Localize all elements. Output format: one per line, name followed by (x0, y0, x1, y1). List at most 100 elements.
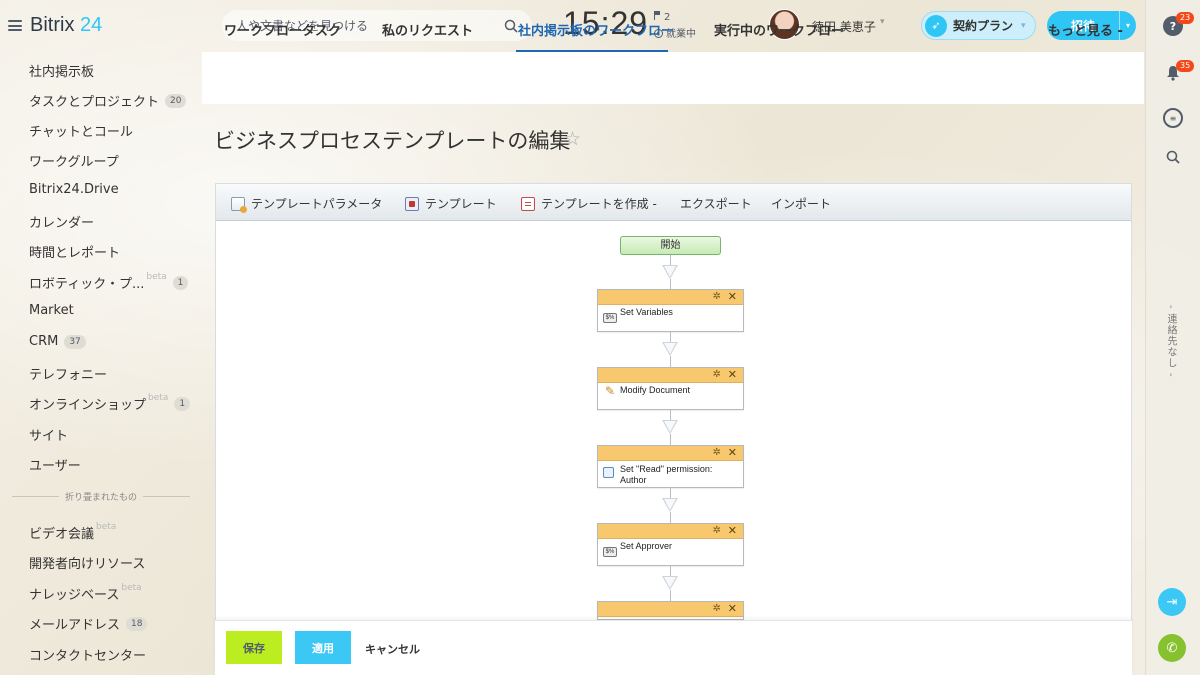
phone-icon[interactable]: ✆ (1158, 634, 1186, 662)
create-template-button[interactable]: テンプレートを作成 - (521, 195, 657, 212)
sidebar-item-label: カレンダー (29, 216, 95, 231)
sidebar-item[interactable]: ナレッジベース beta (29, 583, 142, 604)
tab-workflow-tasks[interactable]: ワークフロータスク (224, 20, 341, 39)
close-icon[interactable]: ✕ (728, 524, 737, 537)
chat-icon[interactable]: ≡ (1163, 108, 1183, 128)
sidebar-item[interactable]: CRM 37 (29, 334, 86, 349)
activity-set-approver[interactable]: ✲ ✕ $% Set Approver (597, 523, 744, 566)
sidebar-item-label: ユーザー (29, 459, 81, 474)
sidebar-item[interactable]: Bitrix24.Drive (29, 182, 119, 197)
sidebar-item[interactable]: ワークグループ (29, 151, 119, 170)
exit-icon[interactable]: ⇥ (1158, 588, 1186, 616)
sidebar-item-label: 開発者向けリソース (29, 557, 146, 572)
connector-arrow-icon (662, 576, 678, 590)
gear-icon[interactable]: ✲ (713, 369, 721, 380)
search-icon[interactable] (504, 19, 518, 33)
connector-line (670, 590, 671, 601)
menu-burger-icon[interactable] (8, 20, 22, 31)
sidebar-item-label: ワークグループ (29, 155, 119, 170)
save-button[interactable]: 保存 (226, 631, 282, 664)
close-icon[interactable]: ✕ (728, 290, 737, 303)
connector-arrow-icon (662, 498, 678, 512)
search-icon[interactable] (1163, 147, 1183, 167)
collapsed-label: 折り畳まれたもの (65, 493, 138, 503)
sidebar-item-label: ロボティック・プ... (29, 277, 145, 292)
sidebar-item[interactable]: 社内掲示板 (29, 61, 94, 80)
variables-icon: $% (603, 313, 617, 323)
start-node[interactable]: 開始 (620, 236, 721, 255)
help-badge: 23 (1176, 12, 1195, 24)
activity-label: Set Variables (620, 307, 673, 317)
activity-label: Set Approver (620, 541, 673, 551)
sidebar-item[interactable]: 時間とレポート (29, 242, 120, 261)
sidebar-item-label: メールアドレス (29, 618, 121, 633)
permission-icon (603, 467, 614, 478)
sidebar-item[interactable]: テレフォニー (29, 364, 107, 383)
close-icon[interactable]: ✕ (728, 602, 737, 615)
sidebar-item-label: 時間とレポート (29, 246, 121, 261)
sidebar-item[interactable]: サイト (29, 425, 68, 444)
collapsed-divider[interactable]: 折り畳まれたもの (12, 490, 191, 503)
activity-set-variables[interactable]: ✲ ✕ $% Set Variables (597, 289, 744, 332)
star-icon[interactable]: ☆ (564, 128, 581, 150)
pencil-icon: ✎ (604, 384, 616, 398)
sidebar-item[interactable]: カレンダー (29, 212, 94, 231)
tabs-bar (202, 52, 1144, 104)
gear-icon[interactable]: ✲ (713, 447, 721, 458)
create-template-label: テンプレートを作成 - (541, 197, 657, 211)
variables-icon: $% (603, 547, 617, 557)
sidebar-item-label: テレフォニー (29, 368, 108, 383)
template-label: テンプレート (425, 197, 497, 211)
tab-board-workflows[interactable]: 社内掲示板のワークフロー (518, 20, 674, 39)
close-icon[interactable]: ✕ (728, 446, 737, 459)
connector-line (670, 434, 671, 445)
close-icon[interactable]: ✕ (728, 368, 737, 381)
export-button[interactable]: エクスポート (680, 195, 752, 212)
activity-label: Set "Read" permission: Author (620, 464, 713, 485)
sidebar-item[interactable]: ユーザー (29, 455, 81, 474)
gear-icon[interactable]: ✲ (713, 291, 721, 302)
plan-chevron-icon: ▾ (1021, 20, 1026, 31)
sidebar-item[interactable]: Market (29, 303, 74, 318)
template-button[interactable]: テンプレート (405, 195, 497, 212)
template-params-button[interactable]: テンプレートパラメータ (231, 195, 382, 213)
import-button[interactable]: インポート (771, 195, 831, 212)
connector-line (670, 332, 671, 342)
connector-line (670, 566, 671, 576)
user-menu-chevron-icon[interactable]: ▾ (880, 17, 885, 27)
sidebar-item-label: オンラインショップ (29, 398, 147, 413)
tab-more[interactable]: もっと見る - (1048, 20, 1123, 39)
logo[interactable]: Bitrix 24 (8, 14, 102, 37)
activity-header: ✲ ✕ (598, 446, 743, 461)
counter-badge: 18 (126, 616, 148, 631)
apply-button[interactable]: 適用 (295, 631, 351, 664)
sidebar-item[interactable]: メールアドレス 18 (29, 614, 148, 633)
sidebar-item[interactable]: 開発者向けリソース (29, 553, 145, 572)
sidebar-item-label: サイト (29, 429, 69, 444)
activity-next[interactable]: ✲ ✕ (597, 601, 744, 620)
connector-line (670, 512, 671, 523)
sidebar-item[interactable]: コンタクトセンター (29, 645, 146, 664)
cancel-button[interactable]: キャンセル (365, 641, 420, 657)
editor-toolbar: テンプレートパラメータ テンプレート テンプレートを作成 - エクスポート イン… (216, 184, 1131, 221)
template-icon (405, 196, 419, 211)
sidebar-item[interactable]: ロボティック・プ... beta 1 (29, 271, 189, 292)
editor-footer (215, 620, 1132, 675)
sidebar-item[interactable]: タスクとプロジェクト 20 (29, 91, 187, 110)
sidebar-item[interactable]: チャットとコール (29, 121, 133, 140)
gear-icon[interactable]: ✲ (713, 525, 721, 536)
tab-running-workflows[interactable]: 実行中のワークフロー (714, 20, 844, 39)
rocket-icon: ➶ (925, 14, 947, 37)
gear-icon[interactable]: ✲ (713, 603, 721, 614)
activity-modify-document[interactable]: ✲ ✕ ✎ Modify Document (597, 367, 744, 410)
activity-set-read-permission[interactable]: ✲ ✕ Set "Read" permission: Author (597, 445, 744, 488)
beta-tag: beta (146, 271, 167, 282)
plan-button[interactable]: ➶ 契約プラン ▾ (921, 11, 1036, 40)
sidebar-item[interactable]: オンラインショップ beta 1 (29, 393, 191, 413)
tab-my-requests[interactable]: 私のリクエスト (382, 20, 473, 39)
counter-badge: 1 (172, 275, 189, 290)
sidebar-item-label: 社内掲示板 (29, 65, 95, 80)
activity-header: ✲ ✕ (598, 368, 743, 383)
counter-badge: 20 (165, 93, 187, 108)
sidebar-item[interactable]: ビデオ会議 beta (29, 522, 116, 543)
